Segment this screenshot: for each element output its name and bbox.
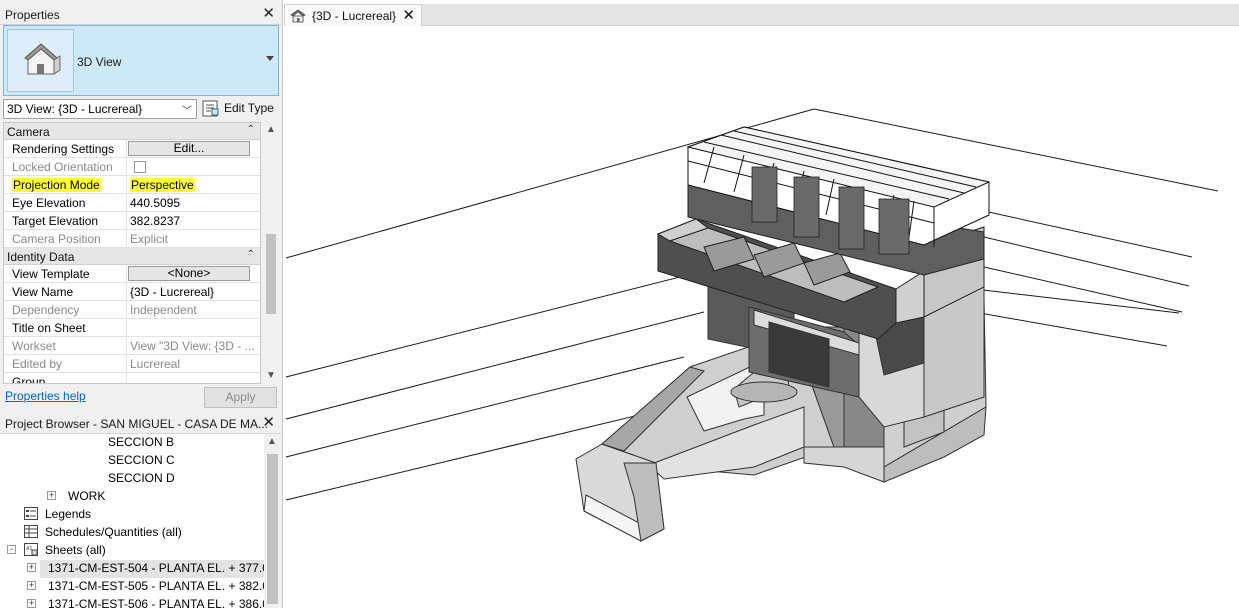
properties-help-link[interactable]: Properties help xyxy=(5,389,86,403)
camera-position-value: Explicit xyxy=(130,232,169,246)
prop-row-camera-position: Camera Position Explicit xyxy=(4,230,260,248)
instance-selector[interactable]: 3D View: {3D - Lucrereal} ﹀ xyxy=(3,99,197,119)
tree-item-seccion-d[interactable]: SECCION D xyxy=(108,470,175,488)
group-header-camera[interactable]: Camera ⌃ xyxy=(4,123,260,140)
properties-scrollbar[interactable]: ▲ ▼ xyxy=(263,122,279,384)
type-selector[interactable]: 3D View xyxy=(3,25,279,96)
chevron-down-icon: ﹀ xyxy=(182,106,192,117)
project-browser-scrollbar[interactable]: ▲ xyxy=(264,434,281,608)
scroll-up-icon[interactable]: ▲ xyxy=(266,124,276,135)
view-tab[interactable]: {3D - Lucrereal} ✕ xyxy=(284,4,422,26)
scrollbar-thumb[interactable] xyxy=(266,234,276,314)
type-label: 3D View xyxy=(77,55,122,69)
project-browser-close-icon[interactable]: ✕ xyxy=(262,415,275,431)
schedule-icon xyxy=(24,525,38,538)
dependency-value: Independent xyxy=(130,303,197,317)
project-browser-title-bar: Project Browser - SAN MIGUEL - CASA DE M… xyxy=(0,413,281,434)
tree-item-sheet-506[interactable]: 1371-CM-EST-506 - PLANTA EL. + 386.0 xyxy=(40,596,264,608)
collapse-icon[interactable]: - xyxy=(7,545,16,554)
group-value[interactable] xyxy=(128,373,260,383)
tree-item-seccion-b[interactable]: SECCION B xyxy=(108,434,174,452)
projection-mode-label: Projection Mode xyxy=(12,178,101,192)
expand-icon[interactable]: + xyxy=(47,491,56,500)
title-on-sheet-value[interactable] xyxy=(128,319,260,336)
view-tab-label: {3D - Lucrereal} xyxy=(312,9,397,23)
tree-item-sheet-504[interactable]: 1371-CM-EST-504 - PLANTA EL. + 377.0 xyxy=(40,560,264,578)
rendering-settings-edit-button[interactable]: Edit... xyxy=(128,141,250,156)
tree-item-seccion-c[interactable]: SECCION C xyxy=(108,452,175,470)
edit-type-label: Edit Type xyxy=(224,101,274,115)
view-tab-strip: {3D - Lucrereal} ✕ xyxy=(284,4,1239,26)
prop-row-locked-orientation: Locked Orientation xyxy=(4,158,260,176)
tree-item-sheet-505[interactable]: 1371-CM-EST-505 - PLANTA EL. + 382.0 xyxy=(40,578,264,596)
expand-icon[interactable]: + xyxy=(27,563,36,572)
prop-row-view-name: View Name {3D - Lucrereal} xyxy=(4,283,260,301)
collapse-icon[interactable]: ⌃ xyxy=(247,249,255,260)
tree-item-sheets[interactable]: Sheets (all) xyxy=(45,542,106,560)
prop-row-edited-by: Edited by Lucrereal xyxy=(4,355,260,373)
house-3d-icon xyxy=(290,9,306,23)
expand-icon[interactable]: + xyxy=(27,581,36,590)
project-browser-title: Project Browser - SAN MIGUEL - CASA DE M… xyxy=(5,417,268,431)
3d-model-view[interactable] xyxy=(284,27,1239,608)
tree-item-work[interactable]: WORK xyxy=(68,488,105,506)
scroll-up-icon[interactable]: ▲ xyxy=(267,436,277,447)
projection-mode-value: Perspective xyxy=(130,178,195,192)
tree-item-legends[interactable]: Legends xyxy=(45,506,91,524)
prop-row-dependency: Dependency Independent xyxy=(4,301,260,319)
edit-type-icon xyxy=(202,100,219,117)
view-template-button[interactable]: <None> xyxy=(128,266,250,281)
collapse-icon[interactable]: ⌃ xyxy=(247,124,255,135)
edited-by-value: Lucrereal xyxy=(130,357,181,371)
view-name-value[interactable]: {3D - Lucrereal} xyxy=(128,283,260,300)
edit-type-button[interactable]: Edit Type xyxy=(202,99,280,119)
scrollbar-thumb[interactable] xyxy=(267,454,278,604)
prop-row-eye-elevation: Eye Elevation 440.5095 xyxy=(4,194,260,212)
prop-row-workset: Workset View "3D View: {3D - ... xyxy=(4,337,260,355)
prop-row-group: Group xyxy=(4,373,260,383)
eye-elevation-value[interactable]: 440.5095 xyxy=(128,194,260,211)
property-grid: Camera ⌃ Rendering Settings Edit... Lock… xyxy=(3,122,261,384)
group-header-identity-data[interactable]: Identity Data ⌃ xyxy=(4,248,260,265)
properties-title: Properties xyxy=(5,8,60,22)
prop-row-view-template: View Template <None> xyxy=(4,265,260,283)
house-3d-icon xyxy=(24,43,61,75)
close-icon[interactable]: ✕ xyxy=(402,6,415,24)
tree-item-schedules[interactable]: Schedules/Quantities (all) xyxy=(45,524,182,542)
prop-row-target-elevation: Target Elevation 382.8237 xyxy=(4,212,260,230)
left-dock: Properties ✕ 3D View 3D View: {3D - Lucr… xyxy=(0,0,283,608)
type-dropdown-icon[interactable] xyxy=(266,56,274,61)
target-elevation-value[interactable]: 382.8237 xyxy=(128,212,260,229)
project-browser-tree: SECCION B SECCION C SECCION D + WORK Leg… xyxy=(0,434,264,608)
3d-viewport[interactable] xyxy=(284,27,1239,608)
expand-icon[interactable]: + xyxy=(27,599,36,608)
prop-row-title-on-sheet: Title on Sheet xyxy=(4,319,260,337)
workset-value: View "3D View: {3D - ... xyxy=(130,339,255,353)
scroll-down-icon[interactable]: ▼ xyxy=(266,370,276,381)
instance-selector-value: 3D View: {3D - Lucrereal} xyxy=(7,102,143,116)
legend-icon xyxy=(24,507,38,520)
locked-orientation-checkbox[interactable] xyxy=(134,161,146,173)
properties-close-icon[interactable]: ✕ xyxy=(262,6,275,22)
svg-text:A1: A1 xyxy=(26,546,33,552)
prop-row-rendering-settings: Rendering Settings Edit... xyxy=(4,140,260,158)
sheet-icon: A1 xyxy=(24,543,38,556)
prop-row-projection-mode: Projection Mode Perspective xyxy=(4,176,260,194)
properties-title-bar: Properties ✕ xyxy=(0,4,281,25)
apply-button[interactable]: Apply xyxy=(204,387,277,408)
type-thumbnail xyxy=(7,29,74,92)
